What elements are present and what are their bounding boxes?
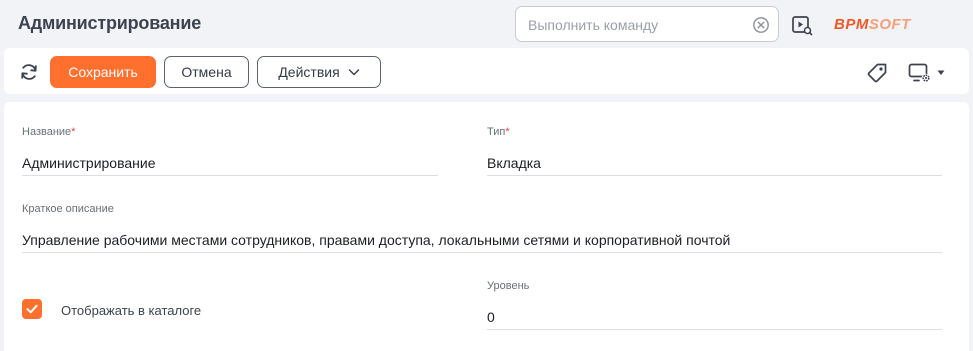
tag-icon[interactable] [866,62,888,84]
type-field-label: Тип* [487,126,510,138]
command-box [515,6,779,42]
refresh-icon[interactable] [19,62,39,82]
chevron-down-icon [348,69,359,76]
level-field-label: Уровень [487,280,530,292]
show-in-catalog-checkbox[interactable] [22,299,42,319]
required-mark: * [71,126,76,138]
type-label-text: Тип [487,126,506,138]
toolbar: Сохранить Отмена Действия [4,48,969,94]
type-field[interactable]: Вкладка [487,155,541,171]
video-icon[interactable] [791,14,813,36]
check-icon [26,304,38,314]
type-field-underline [487,175,942,176]
required-mark: * [505,126,510,138]
clear-icon[interactable] [752,16,770,34]
form-card: Название* Администрирование Тип* Вкладка… [4,102,969,351]
brand-logo-part2: SOFT [868,16,911,33]
cancel-button[interactable]: Отмена [164,56,249,88]
description-field[interactable]: Управление рабочими местами сотрудников,… [22,232,730,248]
caret-down-icon[interactable] [937,70,945,76]
name-field[interactable]: Администрирование [22,155,156,171]
level-field[interactable]: 0 [487,309,495,325]
name-label-text: Название [22,126,72,138]
show-in-catalog-label: Отображать в каталоге [61,303,202,318]
actions-button-label: Действия [278,64,340,80]
brand-logo-part1: BPM [834,16,869,33]
command-input[interactable] [528,16,748,34]
actions-button[interactable]: Действия [257,56,381,88]
display-settings-icon[interactable] [908,62,932,84]
page-title: Администрирование [18,13,202,33]
description-field-underline [22,252,942,253]
name-field-underline [22,175,438,176]
name-field-label: Название* [22,126,75,138]
brand-logo: BPMSOFT [834,15,911,35]
level-field-underline [487,329,942,330]
save-button[interactable]: Сохранить [50,56,156,88]
description-field-label: Краткое описание [22,203,114,215]
